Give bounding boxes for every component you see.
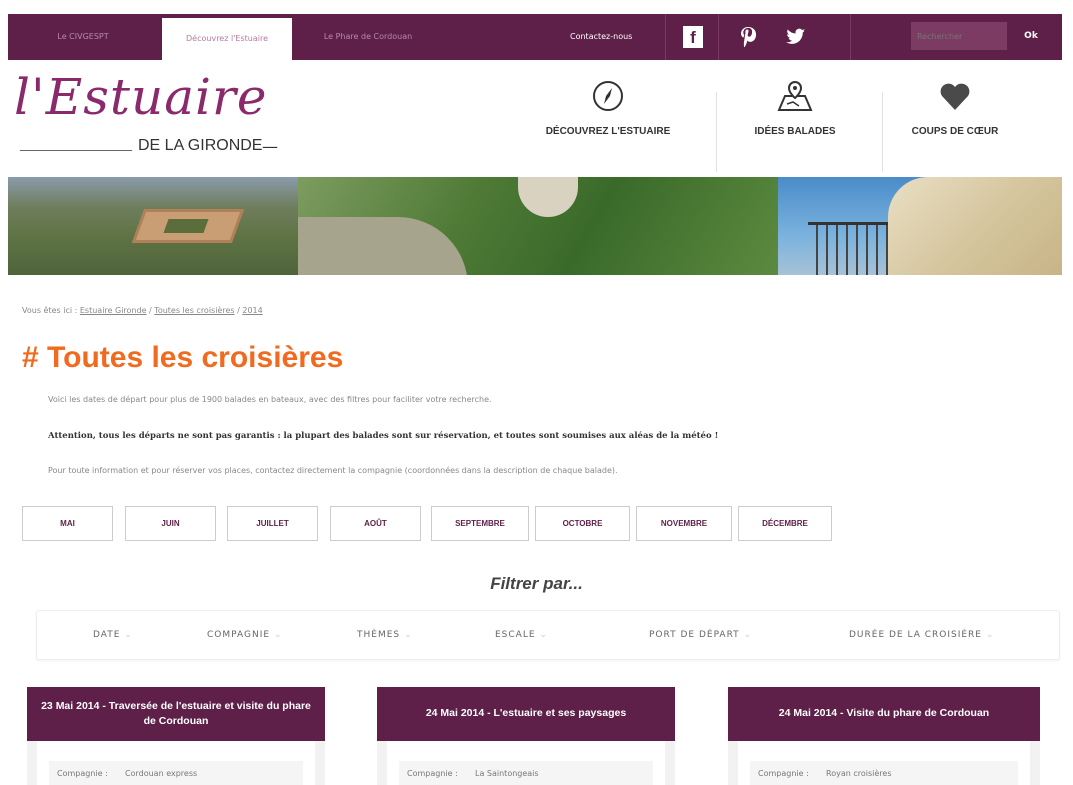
company-row: Compagnie : La Saintongeais [399,761,653,785]
banner-vineyard-image [8,177,298,275]
company-label: Compagnie : [758,769,809,778]
intro-text: Voici les dates de départ pour plus de 1… [48,395,492,404]
nav-label: COUPS DE CŒUR [911,126,999,137]
cruise-card[interactable]: 24 Mai 2014 - Visite du phare de Cordoua… [728,687,1040,785]
breadcrumb-separator: / [149,306,152,315]
filter-compagnie[interactable]: COMPAGNIE ⌄ [207,611,283,659]
chevron-down-icon: ⌄ [743,630,753,640]
filter-label: COMPAGNIE [207,630,271,640]
filter-bar: DATE ⌄ COMPAGNIE ⌄ THÈMES ⌄ ESCALE ⌄ PORT DE… [36,610,1060,660]
banner-estuary-image [298,177,778,275]
contact-link[interactable]: Contactez-nous [570,14,632,60]
company-value: La Saintongeais [475,769,539,778]
twitter-icon[interactable] [776,14,816,60]
search-input[interactable] [911,22,1007,50]
filter-label: PORT DE DÉPART [649,630,740,640]
cruise-card-body: Compagnie : Cordouan express [27,741,325,785]
company-value: Cordouan express [125,769,198,778]
nav-label: IDÉES BALADES [754,126,836,137]
page-title: # Toutes les croisières [22,341,344,374]
warning-text: Attention, tous les départs ne sont pas … [48,431,719,441]
logo-dash: — [262,137,278,156]
divider [716,92,717,172]
month-button-decembre[interactable]: DÉCEMBRE [738,506,832,541]
breadcrumb-prefix: Vous êtes ici : [22,306,78,315]
month-button-novembre[interactable]: NOVEMBRE [636,506,732,541]
divider [665,14,666,60]
filter-escale[interactable]: ESCALE ⌄ [495,611,548,659]
breadcrumb-separator: / [237,306,240,315]
pinterest-icon[interactable] [728,14,768,60]
hero-banner [8,177,1062,275]
site-logo[interactable]: l'Estuaire [14,72,267,122]
month-button-aout[interactable]: AOÛT [330,506,421,541]
month-button-juin[interactable]: JUIN [125,506,216,541]
cliff-shape [518,177,578,217]
compass-icon [593,81,623,111]
filter-themes[interactable]: THÈMES ⌄ [357,611,413,659]
company-value: Royan croisières [826,769,892,778]
nav-idees-balades[interactable]: IDÉES BALADES [730,78,860,170]
search-button[interactable]: Ok [1011,22,1051,50]
tab-civgespt[interactable]: Le CIVGESPT [28,14,138,60]
cruise-card-body: Compagnie : La Saintongeais [377,741,675,785]
month-button-septembre[interactable]: SEPTEMBRE [431,506,529,541]
breadcrumb-item[interactable]: 2014 [242,306,262,315]
logo-subtitle: DE LA GIRONDE [138,137,263,154]
tab-decouvrez-estuaire[interactable]: Découvrez l'Estuaire [162,18,292,60]
month-button-octobre[interactable]: OCTOBRE [535,506,630,541]
cruise-card[interactable]: 23 Mai 2014 - Traversée de l'estuaire et… [27,687,325,785]
month-button-juillet[interactable]: JUILLET [227,506,318,541]
filter-title: Filtrer par... [490,574,583,593]
pinterest-svg [741,27,757,48]
tab-phare-cordouan[interactable]: Le Phare de Cordouan [308,14,428,60]
month-button-mai[interactable]: MAI [22,506,113,541]
filter-label: ESCALE [495,630,536,640]
breadcrumb-item[interactable]: Toutes les croisières [154,306,234,315]
cruise-card-title[interactable]: 24 Mai 2014 - L'estuaire et ses paysages [377,687,675,741]
chevron-down-icon: ⌄ [404,630,413,640]
facebook-glyph: f [683,26,703,48]
chevron-down-icon: ⌄ [539,630,549,640]
divider [718,14,719,60]
facebook-icon[interactable]: f [673,14,713,60]
map-pin-icon [777,80,813,111]
info-text: Pour toute information et pour réserver … [48,466,618,475]
cruise-card-title[interactable]: 24 Mai 2014 - Visite du phare de Cordoua… [728,687,1040,741]
cruise-card-title[interactable]: 23 Mai 2014 - Traversée de l'estuaire et… [27,687,325,741]
cruise-card[interactable]: 24 Mai 2014 - L'estuaire et ses paysages… [377,687,675,785]
chevron-down-icon: ⌄ [124,630,133,640]
nav-decouvrez-estuaire[interactable]: DÉCOUVREZ L'ESTUAIRE [524,78,692,170]
chevron-down-icon: ⌄ [274,630,283,640]
rock-shape [888,177,1062,275]
company-row: Compagnie : Cordouan express [49,761,303,785]
river-shape [298,217,468,275]
company-row: Compagnie : Royan croisières [750,761,1018,785]
filter-label: DATE [93,630,121,640]
breadcrumb-item[interactable]: Estuaire Gironde [80,306,147,315]
banner-carrelet-image [778,177,1062,275]
cruise-card-body: Compagnie : Royan croisières [728,741,1040,785]
divider [882,92,883,172]
company-label: Compagnie : [407,769,458,778]
filter-label: THÈMES [357,630,401,640]
filter-date[interactable]: DATE ⌄ [93,611,133,659]
nav-coups-de-coeur[interactable]: COUPS DE CŒUR [890,78,1020,170]
filter-label: DURÉE DE LA CROISIÈRE [849,630,982,640]
company-label: Compagnie : [57,769,108,778]
chateau-shape [131,209,245,243]
nav-label: DÉCOUVREZ L'ESTUAIRE [545,126,671,137]
logo-underline [20,150,132,151]
heart-icon [940,83,970,110]
chevron-down-icon: ⌄ [986,630,995,640]
pier-shape [808,222,888,275]
breadcrumb: Vous êtes ici : Estuaire Gironde / Toute… [22,306,263,315]
top-bar: Le CIVGESPT Découvrez l'Estuaire Le Phar… [8,14,1062,60]
divider [850,14,851,60]
filter-duree[interactable]: DURÉE DE LA CROISIÈRE ⌄ [849,611,995,659]
twitter-svg [786,28,806,44]
filter-port-depart[interactable]: PORT DE DÉPART ⌄ [649,611,752,659]
